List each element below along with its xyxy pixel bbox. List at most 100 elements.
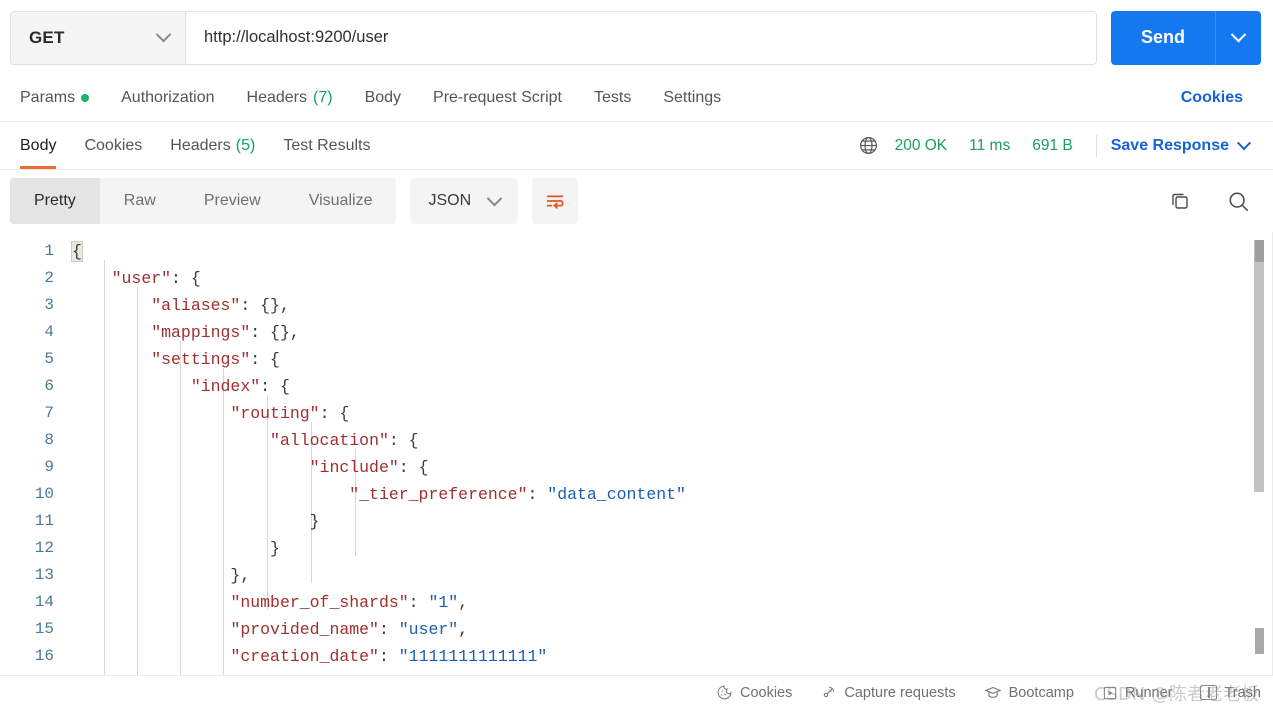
save-response-button[interactable]: Save Response xyxy=(1111,137,1249,155)
code-line: 14 "number_of_shards": "1", xyxy=(0,589,1273,616)
response-tab-test-results[interactable]: Test Results xyxy=(269,122,384,169)
code-line: 13 }, xyxy=(0,562,1273,589)
code-line-content: "provided_name": "user", xyxy=(72,616,1273,643)
send-button[interactable]: Send xyxy=(1111,11,1215,65)
code-line: 16 "creation_date": "1111111111111" xyxy=(0,643,1273,670)
url-input[interactable]: http://localhost:9200/user xyxy=(186,12,1096,64)
line-number: 10 xyxy=(0,481,72,508)
code-line-content: "routing": { xyxy=(72,400,1273,427)
request-tab-label: Headers xyxy=(247,89,307,107)
json-key: "number_of_shards" xyxy=(230,593,408,612)
send-options-button[interactable] xyxy=(1215,11,1261,65)
code-line-content: } xyxy=(72,535,1273,562)
response-tab-label: Test Results xyxy=(283,137,370,155)
json-punctuation: } xyxy=(72,539,280,558)
request-tab-body[interactable]: Body xyxy=(349,75,417,121)
request-tab-pre-request-script[interactable]: Pre-request Script xyxy=(417,75,578,121)
footer-trash-button[interactable]: Trash xyxy=(1200,685,1261,701)
word-wrap-button[interactable] xyxy=(532,178,578,224)
request-tab-settings[interactable]: Settings xyxy=(647,75,737,121)
language-selector[interactable]: JSON xyxy=(410,178,518,224)
globe-icon[interactable] xyxy=(858,135,879,156)
code-line-content: } xyxy=(72,508,1273,535)
response-tab-body[interactable]: Body xyxy=(14,122,70,169)
json-punctuation: : { xyxy=(250,350,280,369)
json-string: "1111111111111" xyxy=(399,647,548,666)
footer-item-label: Capture requests xyxy=(844,685,955,701)
json-key: "provided_name" xyxy=(230,620,379,639)
format-tab-raw[interactable]: Raw xyxy=(100,178,180,224)
footer-item-label: Runner xyxy=(1125,685,1173,701)
request-tab-label: Pre-request Script xyxy=(433,89,562,107)
line-number: 15 xyxy=(0,616,72,643)
json-punctuation xyxy=(72,593,230,612)
request-tab-label: Authorization xyxy=(121,89,214,107)
json-punctuation: : {}, xyxy=(250,323,300,342)
postman-window: GET http://localhost:9200/user Send Para… xyxy=(0,0,1273,709)
response-tab-cookies[interactable]: Cookies xyxy=(70,122,156,169)
line-number: 16 xyxy=(0,643,72,670)
format-view-segmented: Pretty Raw Preview Visualize xyxy=(10,178,396,224)
json-punctuation xyxy=(72,296,151,315)
json-key: "routing" xyxy=(230,404,319,423)
response-body-viewer[interactable]: 1{2 "user": {3 "aliases": {},4 "mappings… xyxy=(0,232,1273,675)
json-punctuation xyxy=(72,458,310,477)
json-string: "user" xyxy=(399,620,458,639)
code-lines: 1{2 "user": {3 "aliases": {},4 "mappings… xyxy=(0,232,1273,675)
footer-bootcamp-button[interactable]: Bootcamp xyxy=(984,684,1074,702)
request-tab-label: Params xyxy=(20,89,75,107)
search-icon[interactable] xyxy=(1226,189,1251,214)
response-actions xyxy=(1168,189,1259,214)
code-line: 11 } xyxy=(0,508,1273,535)
code-scrollbar-thumb-cap xyxy=(1255,240,1264,262)
code-line-content: "mappings": {}, xyxy=(72,319,1273,346)
code-line-content: "creation_date": "1111111111111" xyxy=(72,643,1273,670)
json-key: "allocation" xyxy=(270,431,389,450)
json-punctuation: : xyxy=(379,620,399,639)
line-number: 3 xyxy=(0,292,72,319)
json-punctuation: : { xyxy=(260,377,290,396)
request-tab-params[interactable]: Params xyxy=(14,75,105,121)
chevron-down-icon xyxy=(156,27,172,43)
code-line: 9 "include": { xyxy=(0,454,1273,481)
format-tab-visualize[interactable]: Visualize xyxy=(285,178,397,224)
request-cookies-link[interactable]: Cookies xyxy=(1181,89,1259,107)
response-status-code: 200 OK xyxy=(895,137,959,155)
line-number: 9 xyxy=(0,454,72,481)
format-tab-preview[interactable]: Preview xyxy=(180,178,285,224)
footer-runner-button[interactable]: Runner xyxy=(1102,685,1173,701)
code-line-content: "aliases": {}, xyxy=(72,292,1273,319)
http-method-selector[interactable]: GET xyxy=(11,12,186,64)
status-bar: Cookies Capture requests Bootcamp Runn xyxy=(0,675,1273,709)
request-tab-authorization[interactable]: Authorization xyxy=(105,75,230,121)
response-tab-label: Body xyxy=(20,137,56,155)
footer-capture-requests-button[interactable]: Capture requests xyxy=(820,684,955,701)
request-tab-label: Settings xyxy=(663,89,721,107)
code-line: 3 "aliases": {}, xyxy=(0,292,1273,319)
line-number: 8 xyxy=(0,427,72,454)
code-line: 8 "allocation": { xyxy=(0,427,1273,454)
request-tab-tests[interactable]: Tests xyxy=(578,75,647,121)
code-scrollbar[interactable] xyxy=(1253,232,1265,675)
request-tab-headers[interactable]: Headers (7) xyxy=(231,75,349,121)
line-number: 5 xyxy=(0,346,72,373)
json-punctuation: : { xyxy=(171,269,201,288)
code-scrollbar-marker xyxy=(1255,628,1264,654)
request-headers-count: (7) xyxy=(313,89,333,107)
code-line: 6 "index": { xyxy=(0,373,1273,400)
code-line: 10 "_tier_preference": "data_content" xyxy=(0,481,1273,508)
url-value: http://localhost:9200/user xyxy=(204,28,388,47)
response-tab-headers[interactable]: Headers (5) xyxy=(156,122,269,169)
footer-cookies-button[interactable]: Cookies xyxy=(716,684,792,701)
copy-icon[interactable] xyxy=(1168,189,1192,213)
json-key: "index" xyxy=(191,377,260,396)
url-input-group: GET http://localhost:9200/user xyxy=(10,11,1097,65)
code-line: 15 "provided_name": "user", xyxy=(0,616,1273,643)
code-line-content: "index": { xyxy=(72,373,1273,400)
footer-item-label: Cookies xyxy=(740,685,792,701)
json-punctuation xyxy=(72,485,349,504)
format-tab-pretty[interactable]: Pretty xyxy=(10,178,100,224)
json-punctuation xyxy=(72,647,230,666)
response-format-toolbar: Pretty Raw Preview Visualize JSON xyxy=(0,170,1273,232)
line-number: 7 xyxy=(0,400,72,427)
